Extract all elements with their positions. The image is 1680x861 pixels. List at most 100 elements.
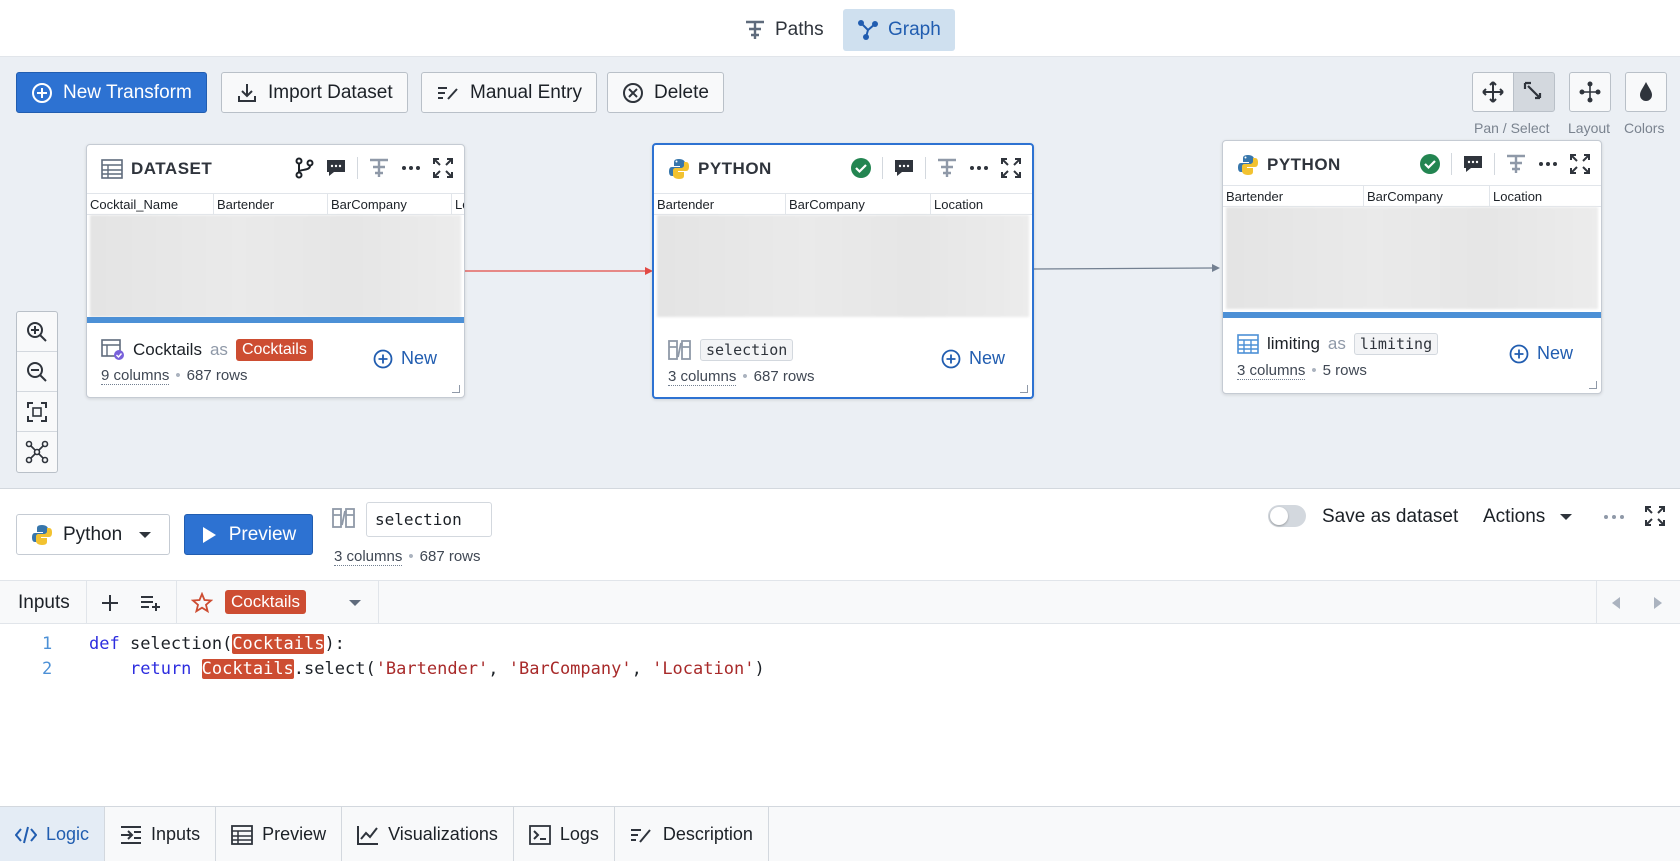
scroll-left-icon[interactable] [1610,596,1622,610]
python-icon [31,524,53,546]
node-name[interactable]: selection [700,339,794,361]
line-number: 2 [42,659,53,679]
new-label: New [401,348,438,368]
scroll-right-icon[interactable] [1652,596,1664,610]
code-icon [15,825,37,845]
node-name: Cocktails [133,340,202,359]
tab-label: Inputs [151,824,201,844]
bottom-tabs: Logic Inputs Preview Visualizations Logs… [0,806,1680,861]
new-node-button[interactable]: New [941,348,1005,369]
columns-count[interactable]: 3 columns [668,368,737,386]
inputs-bar: Inputs Cocktails [0,580,1680,625]
table-icon [1237,334,1259,354]
success-check-icon [1419,153,1441,175]
dataset-badge-icon [101,339,125,361]
resize-handle[interactable] [1589,381,1597,389]
code-text: .select( [293,659,376,679]
comment-icon[interactable] [1462,153,1484,175]
maximize-icon[interactable] [1569,153,1591,175]
code-keyword: def [89,634,120,654]
alias-tag[interactable]: limiting [1353,333,1439,355]
columns-count[interactable]: 3 columns [334,548,403,566]
resize-handle[interactable] [1020,385,1028,393]
code-text: selection( [119,634,233,654]
code-text: , [631,659,653,679]
columns-count[interactable]: 3 columns [1237,362,1306,380]
new-label: New [1537,343,1574,363]
branch-icon[interactable] [293,157,315,179]
edit-icon [630,825,654,845]
caret-down-icon[interactable] [348,598,362,608]
code-line[interactable]: def selection(Cocktails): [89,634,345,654]
column-header-row: Cocktail_Name Bartender BarCompany Lo [87,193,464,215]
tab-logs[interactable]: Logs [514,807,615,861]
code-editor[interactable]: 1 def selection(Cocktails): 2 return Coc… [0,624,1680,806]
python-node-limiting[interactable]: PYTHON Bartender BarCompany Location lim… [1222,140,1602,394]
columns-count[interactable]: 9 columns [101,367,170,385]
more-icon[interactable] [968,157,990,179]
tab-logic[interactable]: Logic [0,807,106,861]
play-icon [201,526,217,544]
save-as-dataset-label: Save as dataset [1322,506,1459,527]
add-input-icon[interactable] [100,593,120,613]
rows-count: 5 rows [1322,362,1367,379]
blurred-preview [657,215,1029,317]
tab-inputs[interactable]: Inputs [105,807,217,861]
language-select[interactable]: Python [16,514,170,555]
column-header: Bartender [1223,186,1364,206]
column-header: Lo [455,197,464,212]
tab-label: Visualizations [388,824,498,844]
comment-icon[interactable] [325,157,347,179]
input-star-icon [191,592,213,614]
python-node-selection[interactable]: PYTHON Bartender BarCompany Location sel… [652,143,1034,399]
add-list-icon[interactable] [140,593,162,613]
actions-menu[interactable]: Actions [1483,506,1573,528]
inputs-label: Inputs [18,592,70,613]
code-line[interactable]: return Cocktails.select('Bartender', 'Ba… [130,659,765,679]
more-icon[interactable] [1602,506,1626,528]
new-node-button[interactable]: New [373,348,437,369]
input-tag-cocktails[interactable]: Cocktails [225,590,306,614]
blurred-preview [1226,207,1598,309]
new-label: New [969,348,1006,368]
dataset-node[interactable]: DATASET Cocktail_Name Bartender BarCompa… [86,144,465,398]
new-node-button[interactable]: New [1509,343,1573,364]
maximize-icon[interactable] [432,157,454,179]
filter-icon[interactable] [1505,153,1527,175]
comment-icon[interactable] [893,157,915,179]
transform-name-input[interactable]: selection [366,502,492,537]
code-text: ): [324,634,345,654]
filter-icon[interactable] [368,157,390,179]
maximize-icon[interactable] [1644,505,1666,527]
more-icon[interactable] [1537,153,1559,175]
column-header: Bartender [654,194,786,214]
column-header: Bartender [214,194,328,214]
tab-visualizations[interactable]: Visualizations [342,807,514,861]
python-icon [1237,154,1259,176]
as-label: as [209,340,228,359]
maximize-icon[interactable] [1000,157,1022,179]
preview-button[interactable]: Preview [184,514,313,555]
node-name: limiting [1267,334,1320,353]
resize-handle[interactable] [452,385,460,393]
node-type-label: DATASET [131,159,213,178]
column-header: Cocktail_Name [87,194,214,214]
tab-label: Preview [262,824,327,844]
column-header: BarCompany [1364,186,1490,206]
save-as-dataset-toggle[interactable] [1268,505,1306,527]
table-icon [101,159,123,179]
language-label: Python [63,523,123,545]
filter-icon[interactable] [936,157,958,179]
preview-label: Preview [228,523,297,545]
node-type-label: PYTHON [1267,155,1341,174]
column-header: Location [934,197,984,212]
inputs-icon [120,825,142,845]
more-icon[interactable] [400,157,422,179]
python-icon [668,158,690,180]
rows-count: 687 rows [753,368,815,385]
caret-down-icon [1559,512,1573,522]
tab-preview[interactable]: Preview [216,807,343,861]
tab-description[interactable]: Description [615,807,769,861]
alias-tag[interactable]: Cocktails [235,339,313,361]
as-label: as [1327,334,1346,353]
